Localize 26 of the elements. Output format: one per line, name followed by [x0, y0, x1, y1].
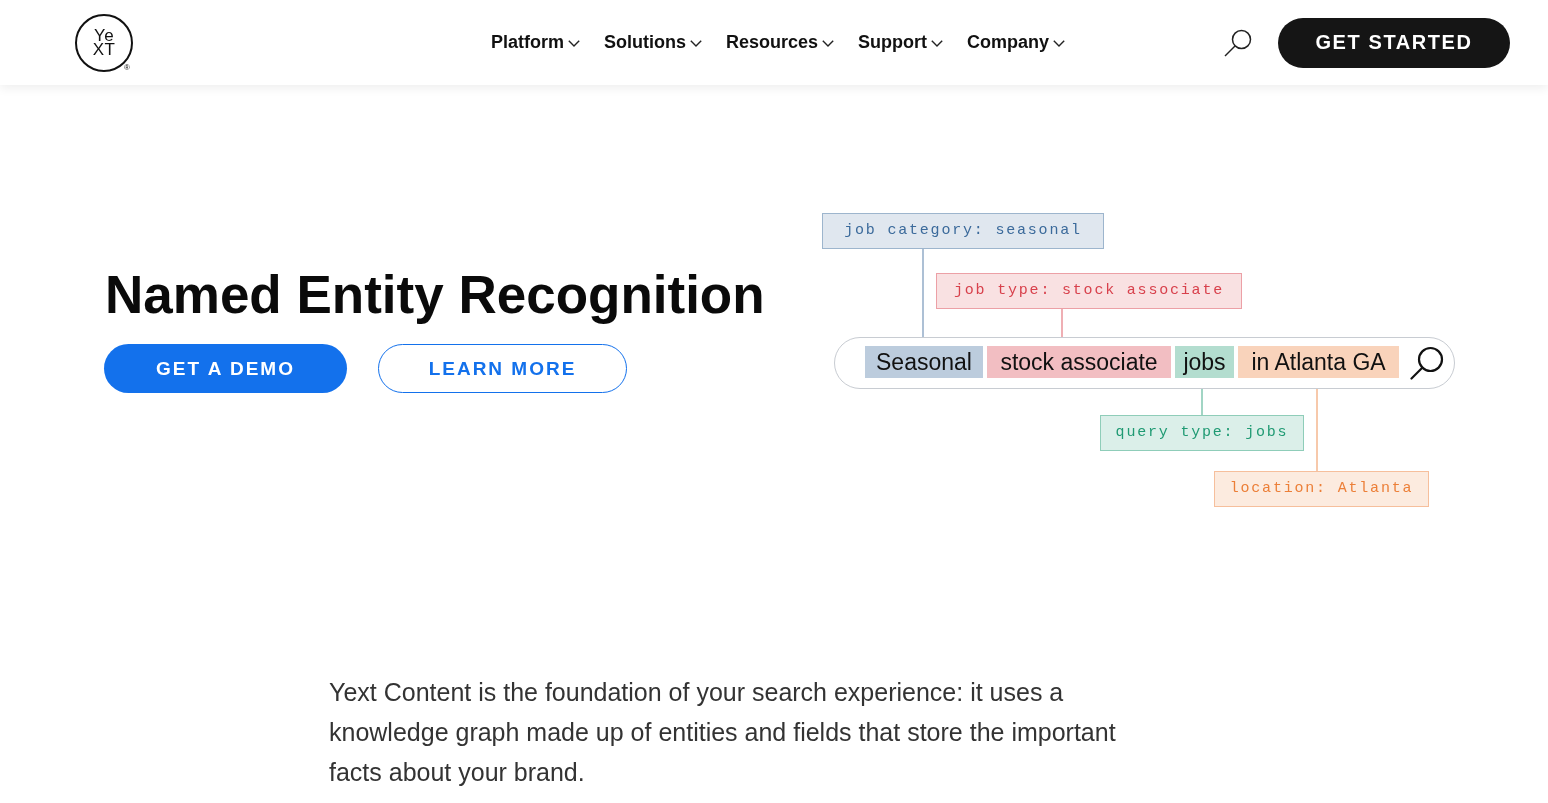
intro-paragraph: Yext Content is the foundation of your search experience: it uses a knowledge graph made up of entities and fields that store the important facts about your brand.	[329, 677, 1117, 788]
entity-tag: job type: stock associate	[936, 273, 1242, 309]
learn-more-button[interactable]: LEARN MORE	[378, 344, 627, 393]
caret-icon	[568, 40, 580, 47]
highlighted-phrase: stock associate	[987, 346, 1171, 378]
caret-icon	[931, 40, 944, 47]
search-icon	[1410, 346, 1444, 380]
get-started-button[interactable]: GET STARTED	[1278, 17, 1510, 68]
page-title: Named Entity Recognition	[105, 264, 766, 326]
nav-menu-item[interactable]: Platform	[491, 32, 580, 53]
caret-icon	[690, 40, 702, 47]
nav-menu-item[interactable]: Solutions	[604, 32, 702, 53]
nav-menu-item[interactable]: Support	[858, 32, 944, 53]
highlighted-phrase: jobs	[1175, 346, 1234, 378]
caret-icon	[1053, 40, 1066, 47]
entity-tag: query type: jobs	[1100, 415, 1304, 451]
entity-tag: job category: seasonal	[822, 213, 1104, 249]
caret-icon	[822, 40, 835, 47]
nav-menu-item[interactable]: Company	[967, 32, 1066, 53]
highlighted-phrase: in Atlanta GA	[1238, 346, 1399, 378]
demo-button[interactable]: GET A DEMO	[104, 344, 347, 393]
highlighted-phrase: Seasonal	[865, 346, 983, 378]
search-icon[interactable]	[1224, 28, 1252, 57]
registered-mark: ®	[124, 63, 130, 72]
nav-menu-item[interactable]: Resources	[726, 32, 835, 53]
entity-tag: location: Atlanta	[1214, 471, 1429, 507]
